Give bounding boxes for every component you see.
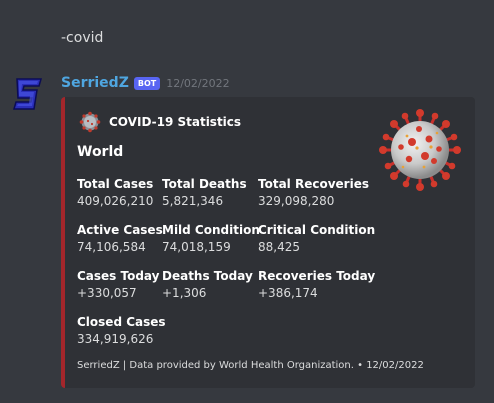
field-mild-condition: Mild Condition 74,018,159 bbox=[162, 222, 260, 256]
field-recoveries-today: Recoveries Today +386,174 bbox=[258, 268, 375, 302]
field-value: 74,018,159 bbox=[162, 240, 231, 254]
avatar[interactable] bbox=[13, 77, 43, 111]
embed-footer: SerriedZ | Data provided by World Health… bbox=[77, 360, 424, 371]
field-total-recoveries: Total Recoveries 329,098,280 bbox=[258, 176, 369, 210]
field-name: Total Cases bbox=[77, 177, 154, 191]
field-value: +1,306 bbox=[162, 286, 207, 300]
field-value: 74,106,584 bbox=[77, 240, 146, 254]
field-row: Total Cases 409,026,210 Total Deaths 5,8… bbox=[77, 176, 377, 222]
field-value: 88,425 bbox=[258, 240, 300, 254]
field-row: Active Cases 74,106,584 Mild Condition 7… bbox=[77, 222, 377, 268]
field-critical-condition: Critical Condition 88,425 bbox=[258, 222, 375, 256]
field-total-cases: Total Cases 409,026,210 bbox=[77, 176, 153, 210]
embed-title: World bbox=[77, 144, 124, 160]
field-name: Total Deaths bbox=[162, 177, 247, 191]
field-value: +330,057 bbox=[77, 286, 137, 300]
virus-icon bbox=[79, 111, 101, 133]
field-value: 5,821,346 bbox=[162, 194, 224, 208]
field-value: 334,919,626 bbox=[77, 332, 154, 346]
embed-card: COVID-19 Statistics World Total Cases 40… bbox=[61, 97, 475, 388]
field-name: Recoveries Today bbox=[258, 269, 376, 283]
field-row: Closed Cases 334,919,626 bbox=[77, 314, 377, 360]
field-value: 409,026,210 bbox=[77, 194, 154, 208]
field-cases-today: Cases Today +330,057 bbox=[77, 268, 159, 302]
message-timestamp[interactable]: 12/02/2022 bbox=[166, 77, 229, 90]
previous-message: -covid bbox=[61, 30, 104, 46]
field-deaths-today: Deaths Today +1,306 bbox=[162, 268, 253, 302]
field-name: Mild Condition bbox=[162, 223, 260, 237]
field-value: 329,098,280 bbox=[258, 194, 335, 208]
embed-author-name: COVID-19 Statistics bbox=[109, 115, 242, 129]
field-name: Closed Cases bbox=[77, 315, 166, 329]
field-name: Cases Today bbox=[77, 269, 160, 283]
field-name: Critical Condition bbox=[258, 223, 376, 237]
field-name: Total Recoveries bbox=[258, 177, 369, 191]
embed-fields: Total Cases 409,026,210 Total Deaths 5,8… bbox=[77, 176, 377, 360]
field-name: Active Cases bbox=[77, 223, 163, 237]
coronavirus-image[interactable] bbox=[379, 109, 461, 191]
username[interactable]: SerriedZ bbox=[61, 75, 129, 91]
field-total-deaths: Total Deaths 5,821,346 bbox=[162, 176, 247, 210]
field-row: Cases Today +330,057 Deaths Today +1,306… bbox=[77, 268, 377, 314]
message-header: SerriedZ BOT 12/02/2022 bbox=[61, 73, 230, 93]
chat-view: -covid SerriedZ BOT 12/02/2022 COVID-19 … bbox=[0, 0, 494, 403]
s-letter-avatar-icon bbox=[13, 78, 42, 110]
bot-badge: BOT bbox=[133, 76, 161, 90]
field-closed-cases: Closed Cases 334,919,626 bbox=[77, 314, 166, 348]
field-name: Deaths Today bbox=[162, 269, 253, 283]
embed-author: COVID-19 Statistics bbox=[79, 111, 241, 133]
field-active-cases: Active Cases 74,106,584 bbox=[77, 222, 163, 256]
field-value: +386,174 bbox=[258, 286, 318, 300]
